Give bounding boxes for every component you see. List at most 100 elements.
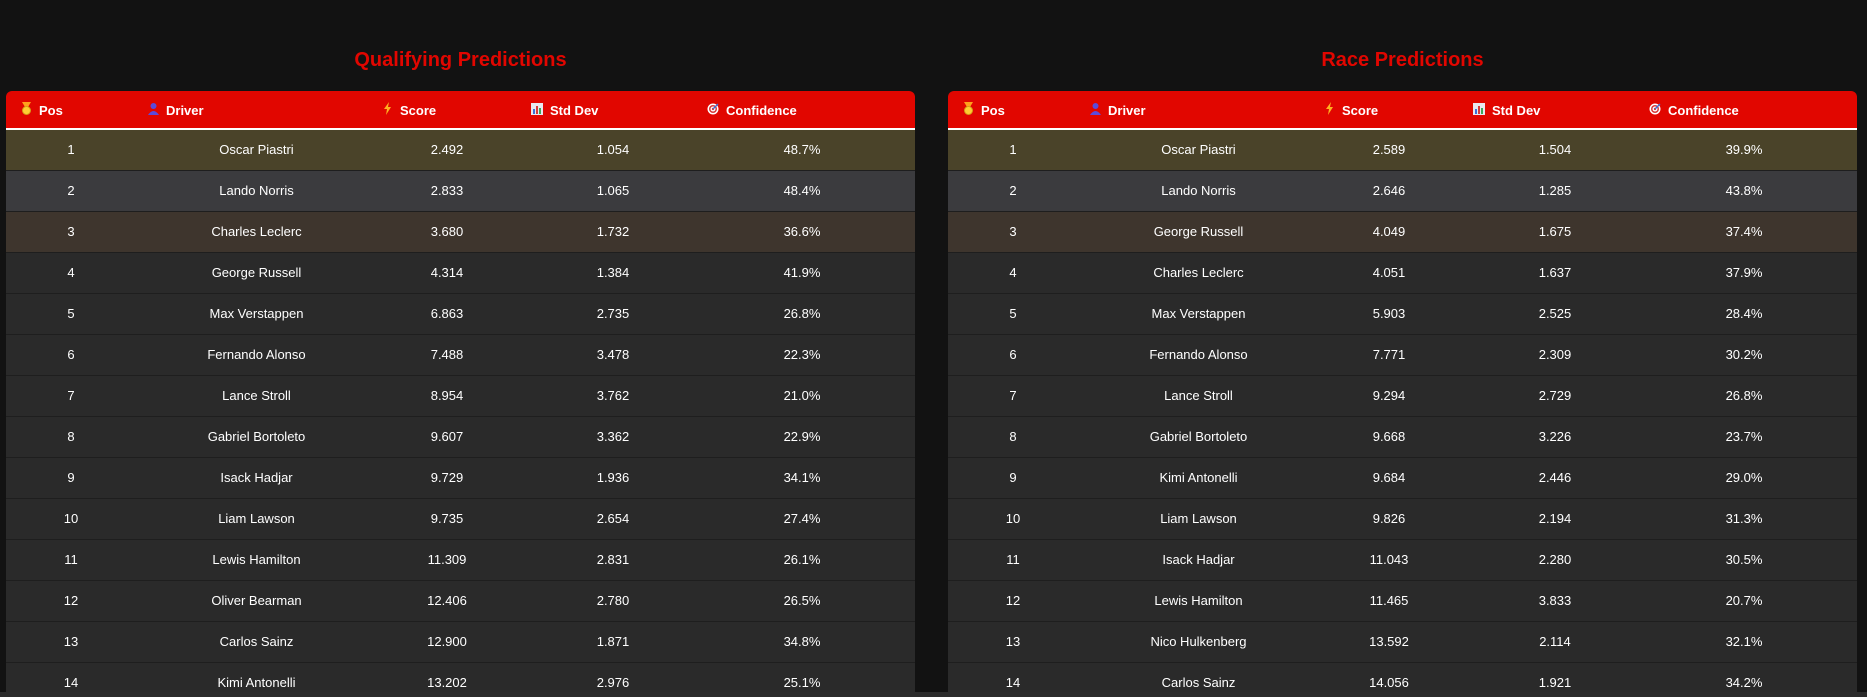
table-row[interactable]: 10 Liam Lawson 9.826 2.194 31.3%: [948, 499, 1857, 540]
table-row[interactable]: 4 George Russell 4.314 1.384 41.9%: [6, 253, 915, 294]
column-header-confidence[interactable]: Confidence: [1648, 91, 1739, 130]
column-header-score[interactable]: Score: [380, 91, 436, 130]
std-dev-cell: 3.762: [596, 388, 630, 403]
column-header-std-dev[interactable]: Std Dev: [530, 91, 598, 130]
table-row[interactable]: 11 Lewis Hamilton 11.309 2.831 26.1%: [6, 540, 915, 581]
column-header-std-dev[interactable]: Std Dev: [1472, 91, 1540, 130]
confidence-cell: 48.4%: [783, 183, 821, 198]
confidence-cell: 30.5%: [1725, 552, 1763, 567]
score-cell: 2.492: [430, 142, 464, 157]
std-dev-cell: 2.114: [1539, 634, 1571, 649]
confidence-cell: 48.7%: [783, 142, 821, 157]
score-cell: 4.314: [430, 265, 464, 280]
person-icon: [146, 93, 160, 132]
position-cell: 4: [1009, 265, 1017, 280]
score-cell: 4.049: [1372, 224, 1406, 239]
confidence-cell: 22.3%: [783, 347, 821, 362]
std-dev-cell: 2.654: [596, 511, 630, 526]
table-row[interactable]: 10 Liam Lawson 9.735 2.654 27.4%: [6, 499, 915, 540]
medal-icon: [19, 93, 33, 132]
table-row[interactable]: 7 Lance Stroll 9.294 2.729 26.8%: [948, 376, 1857, 417]
driver-cell: Oliver Bearman: [211, 593, 302, 608]
confidence-cell: 23.7%: [1725, 429, 1763, 444]
position-cell: 7: [1009, 388, 1017, 403]
score-cell: 12.900: [427, 634, 467, 649]
confidence-cell: 28.4%: [1725, 306, 1763, 321]
table-row[interactable]: 5 Max Verstappen 6.863 2.735 26.8%: [6, 294, 915, 335]
confidence-cell: 34.8%: [783, 634, 821, 649]
table-row[interactable]: 6 Fernando Alonso 7.488 3.478 22.3%: [6, 335, 915, 376]
score-cell: 13.592: [1369, 634, 1409, 649]
table-row[interactable]: 4 Charles Leclerc 4.051 1.637 37.9%: [948, 253, 1857, 294]
confidence-cell: 26.5%: [783, 593, 821, 608]
column-header-score[interactable]: Score: [1322, 91, 1378, 130]
race-title: Race Predictions: [1321, 49, 1484, 71]
position-cell: 4: [67, 265, 75, 280]
table-row[interactable]: 12 Oliver Bearman 12.406 2.780 26.5%: [6, 581, 915, 622]
confidence-cell: 41.9%: [783, 265, 821, 280]
column-label-std-dev: Std Dev: [550, 103, 599, 118]
column-header-pos[interactable]: Pos: [19, 91, 63, 130]
table-row[interactable]: 11 Isack Hadjar 11.043 2.280 30.5%: [948, 540, 1857, 581]
score-cell: 9.668: [1372, 429, 1406, 444]
driver-cell: Lando Norris: [1161, 183, 1236, 198]
std-dev-cell: 1.384: [596, 265, 630, 280]
column-header-driver[interactable]: Driver: [146, 91, 204, 130]
table-row[interactable]: 1 Oscar Piastri 2.492 1.054 48.7%: [6, 130, 915, 171]
driver-cell: Lewis Hamilton: [212, 552, 301, 567]
table-header: Pos Driver Score Std Dev Confidence: [948, 91, 1857, 130]
table-row[interactable]: 3 George Russell 4.049 1.675 37.4%: [948, 212, 1857, 253]
table-row[interactable]: 1 Oscar Piastri 2.589 1.504 39.9%: [948, 130, 1857, 171]
driver-cell: Gabriel Bortoleto: [1149, 429, 1248, 444]
column-label-score: Score: [400, 103, 437, 118]
race-table-body: 1 Oscar Piastri 2.589 1.504 39.9% 2 Lando Norr…: [948, 130, 1857, 697]
column-header-pos[interactable]: Pos: [961, 91, 1005, 130]
bar-chart-icon: [1472, 93, 1486, 132]
score-cell: 9.684: [1372, 470, 1406, 485]
confidence-cell: 26.8%: [783, 306, 821, 321]
table-row[interactable]: 3 Charles Leclerc 3.680 1.732 36.6%: [6, 212, 915, 253]
driver-cell: Isack Hadjar: [1162, 552, 1235, 567]
score-cell: 7.771: [1372, 347, 1406, 362]
confidence-cell: 26.1%: [783, 552, 821, 567]
confidence-cell: 20.7%: [1725, 593, 1763, 608]
column-header-confidence[interactable]: Confidence: [706, 91, 797, 130]
position-cell: 8: [1009, 429, 1017, 444]
column-label-driver: Driver: [1108, 103, 1146, 118]
driver-cell: Oscar Piastri: [1161, 142, 1236, 157]
position-cell: 6: [1009, 347, 1017, 362]
table-row[interactable]: 13 Carlos Sainz 12.900 1.871 34.8%: [6, 622, 915, 663]
driver-cell: Max Verstappen: [209, 306, 304, 321]
score-cell: 7.488: [430, 347, 464, 362]
confidence-cell: 37.4%: [1725, 224, 1763, 239]
table-row[interactable]: 9 Isack Hadjar 9.729 1.936 34.1%: [6, 458, 915, 499]
column-header-driver[interactable]: Driver: [1088, 91, 1146, 130]
table-row[interactable]: 9 Kimi Antonelli 9.684 2.446 29.0%: [948, 458, 1857, 499]
confidence-cell: 32.1%: [1725, 634, 1763, 649]
position-cell: 6: [67, 347, 75, 362]
driver-cell: Carlos Sainz: [219, 634, 294, 649]
target-icon: [706, 93, 720, 132]
table-row[interactable]: 8 Gabriel Bortoleto 9.607 3.362 22.9%: [6, 417, 915, 458]
score-cell: 8.954: [430, 388, 464, 403]
position-cell: 10: [63, 511, 79, 526]
score-cell: 6.863: [430, 306, 464, 321]
table-row[interactable]: 12 Lewis Hamilton 11.465 3.833 20.7%: [948, 581, 1857, 622]
table-row[interactable]: 5 Max Verstappen 5.903 2.525 28.4%: [948, 294, 1857, 335]
confidence-cell: 22.9%: [783, 429, 821, 444]
table-row[interactable]: 2 Lando Norris 2.833 1.065 48.4%: [6, 171, 915, 212]
horizontal-scrollbar[interactable]: [0, 692, 1867, 697]
confidence-cell: 37.9%: [1725, 265, 1763, 280]
driver-cell: Gabriel Bortoleto: [207, 429, 306, 444]
score-cell: 9.826: [1372, 511, 1406, 526]
score-cell: 12.406: [427, 593, 467, 608]
table-row[interactable]: 6 Fernando Alonso 7.771 2.309 30.2%: [948, 335, 1857, 376]
table-row[interactable]: 2 Lando Norris 2.646 1.285 43.8%: [948, 171, 1857, 212]
person-icon: [1088, 93, 1102, 132]
table-row[interactable]: 13 Nico Hulkenberg 13.592 2.114 32.1%: [948, 622, 1857, 663]
score-cell: 9.294: [1372, 388, 1406, 403]
driver-cell: Fernando Alonso: [1149, 347, 1248, 362]
table-row[interactable]: 8 Gabriel Bortoleto 9.668 3.226 23.7%: [948, 417, 1857, 458]
position-cell: 3: [67, 224, 75, 239]
table-row[interactable]: 7 Lance Stroll 8.954 3.762 21.0%: [6, 376, 915, 417]
